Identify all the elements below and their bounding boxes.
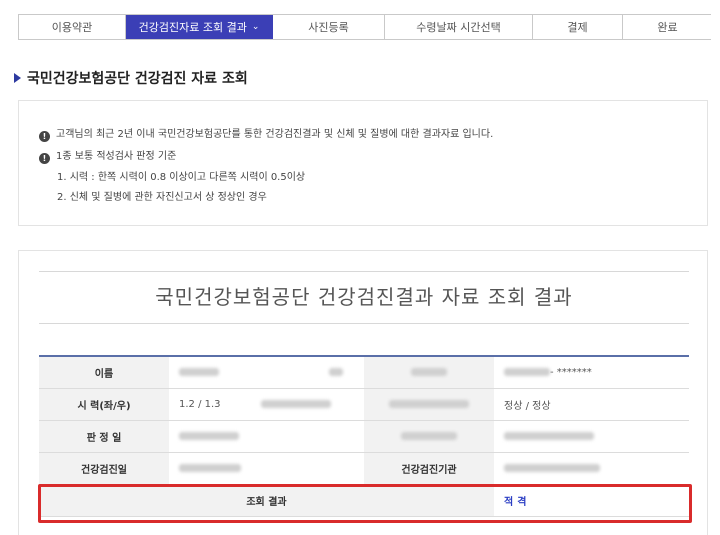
masked-cell <box>494 420 689 453</box>
step-pickup-time[interactable]: 수령날짜 시간선택 <box>385 15 533 39</box>
row-label-masked <box>364 388 494 421</box>
row-label-vision: 시 력(좌/우) <box>39 388 169 421</box>
info-line: 1. 시력 : 한쪽 시력이 0.8 이상이고 다른쪽 시력이 0.5이상 <box>57 168 305 183</box>
table-row: 시 력(좌/우) 1.2 / 1.3 정상 / 정상 <box>39 388 689 421</box>
step-tabs: 이용약관 건강검진자료 조회 결과 ⌄ 사진등록 수령날짜 시간선택 결제 완료 <box>18 14 712 40</box>
row-label-checkup-date: 건강검진일 <box>39 452 169 485</box>
step-complete[interactable]: 완료 <box>623 15 712 39</box>
masked-value <box>504 431 594 440</box>
info-icon: ! <box>39 153 50 164</box>
section-title: 국민건강보험공단 건강검진 자료 조회 <box>14 68 248 88</box>
step-terms[interactable]: 이용약관 <box>19 15 126 39</box>
masked-value <box>179 463 241 472</box>
judgment-date-value <box>169 420 364 453</box>
checkup-date-value <box>169 452 364 485</box>
row-label-masked <box>364 420 494 453</box>
masked-value <box>260 399 331 408</box>
row-label-name: 이름 <box>39 355 169 389</box>
row-label-judgment-date: 판 정 일 <box>39 420 169 453</box>
vision-value: 1.2 / 1.3 <box>169 388 364 421</box>
info-line: ! 1종 보통 적성검사 판정 기준 <box>39 147 176 164</box>
info-icon: ! <box>39 131 50 142</box>
step-health-check-result[interactable]: 건강검진자료 조회 결과 ⌄ <box>126 15 273 39</box>
table-row: 판 정 일 <box>39 420 689 453</box>
table-row: 이름 - ******* <box>39 355 689 389</box>
divider <box>39 323 689 324</box>
chevron-down-icon: ⌄ <box>251 22 260 32</box>
info-text: 고객님의 최근 2년 이내 국민건강보험공단를 통한 건강검진결과 및 신체 및… <box>56 129 494 140</box>
info-text: 1종 보통 적성검사 판정 기준 <box>56 151 177 162</box>
masked-value <box>329 367 343 376</box>
step-payment[interactable]: 결제 <box>533 15 623 39</box>
info-line: 2. 신체 및 질병에 관한 자진신고서 상 정상인 경우 <box>57 188 267 203</box>
step-label: 사진등록 <box>308 21 349 34</box>
step-label: 이용약관 <box>51 21 93 34</box>
masked-value <box>179 431 239 440</box>
masked-id: - ******* <box>550 366 592 378</box>
step-label: 완료 <box>657 21 678 34</box>
name-value <box>169 355 364 389</box>
vision-status-value: 정상 / 정상 <box>494 388 689 421</box>
result-title: 국민건강보험공단 건강검진결과 자료 조회 결과 <box>155 285 573 309</box>
vision-text: 1.2 / 1.3 <box>179 398 221 410</box>
checkup-institution-value <box>494 452 689 485</box>
triangle-right-icon <box>14 73 21 83</box>
table-row: 건강검진일 건강검진기관 <box>39 452 689 485</box>
id-value: - ******* <box>494 355 689 389</box>
masked-value <box>401 431 457 440</box>
row-label-masked <box>364 355 494 389</box>
masked-value <box>411 367 447 376</box>
highlight-box <box>38 484 692 523</box>
step-label: 수령날짜 시간선택 <box>416 21 501 34</box>
info-text: 2. 신체 및 질병에 관한 자진신고서 상 정상인 경우 <box>57 192 267 203</box>
masked-value <box>389 399 469 408</box>
section-title-text: 국민건강보험공단 건강검진 자료 조회 <box>27 71 248 87</box>
row-label-checkup-institution: 건강검진기관 <box>364 452 494 485</box>
masked-value <box>504 367 550 376</box>
info-box: ! 고객님의 최근 2년 이내 국민건강보험공단를 통한 건강검진결과 및 신체 … <box>18 100 708 226</box>
step-label: 건강검진자료 조회 결과 <box>138 21 247 34</box>
masked-value <box>504 463 600 472</box>
step-label: 결제 <box>567 21 588 34</box>
masked-value <box>179 367 219 376</box>
info-text: 1. 시력 : 한쪽 시력이 0.8 이상이고 다른쪽 시력이 0.5이상 <box>57 172 306 183</box>
step-photo-register[interactable]: 사진등록 <box>273 15 385 39</box>
info-line: ! 고객님의 최근 2년 이내 국민건강보험공단를 통한 건강검진결과 및 신체 … <box>39 125 493 142</box>
divider <box>39 271 689 272</box>
